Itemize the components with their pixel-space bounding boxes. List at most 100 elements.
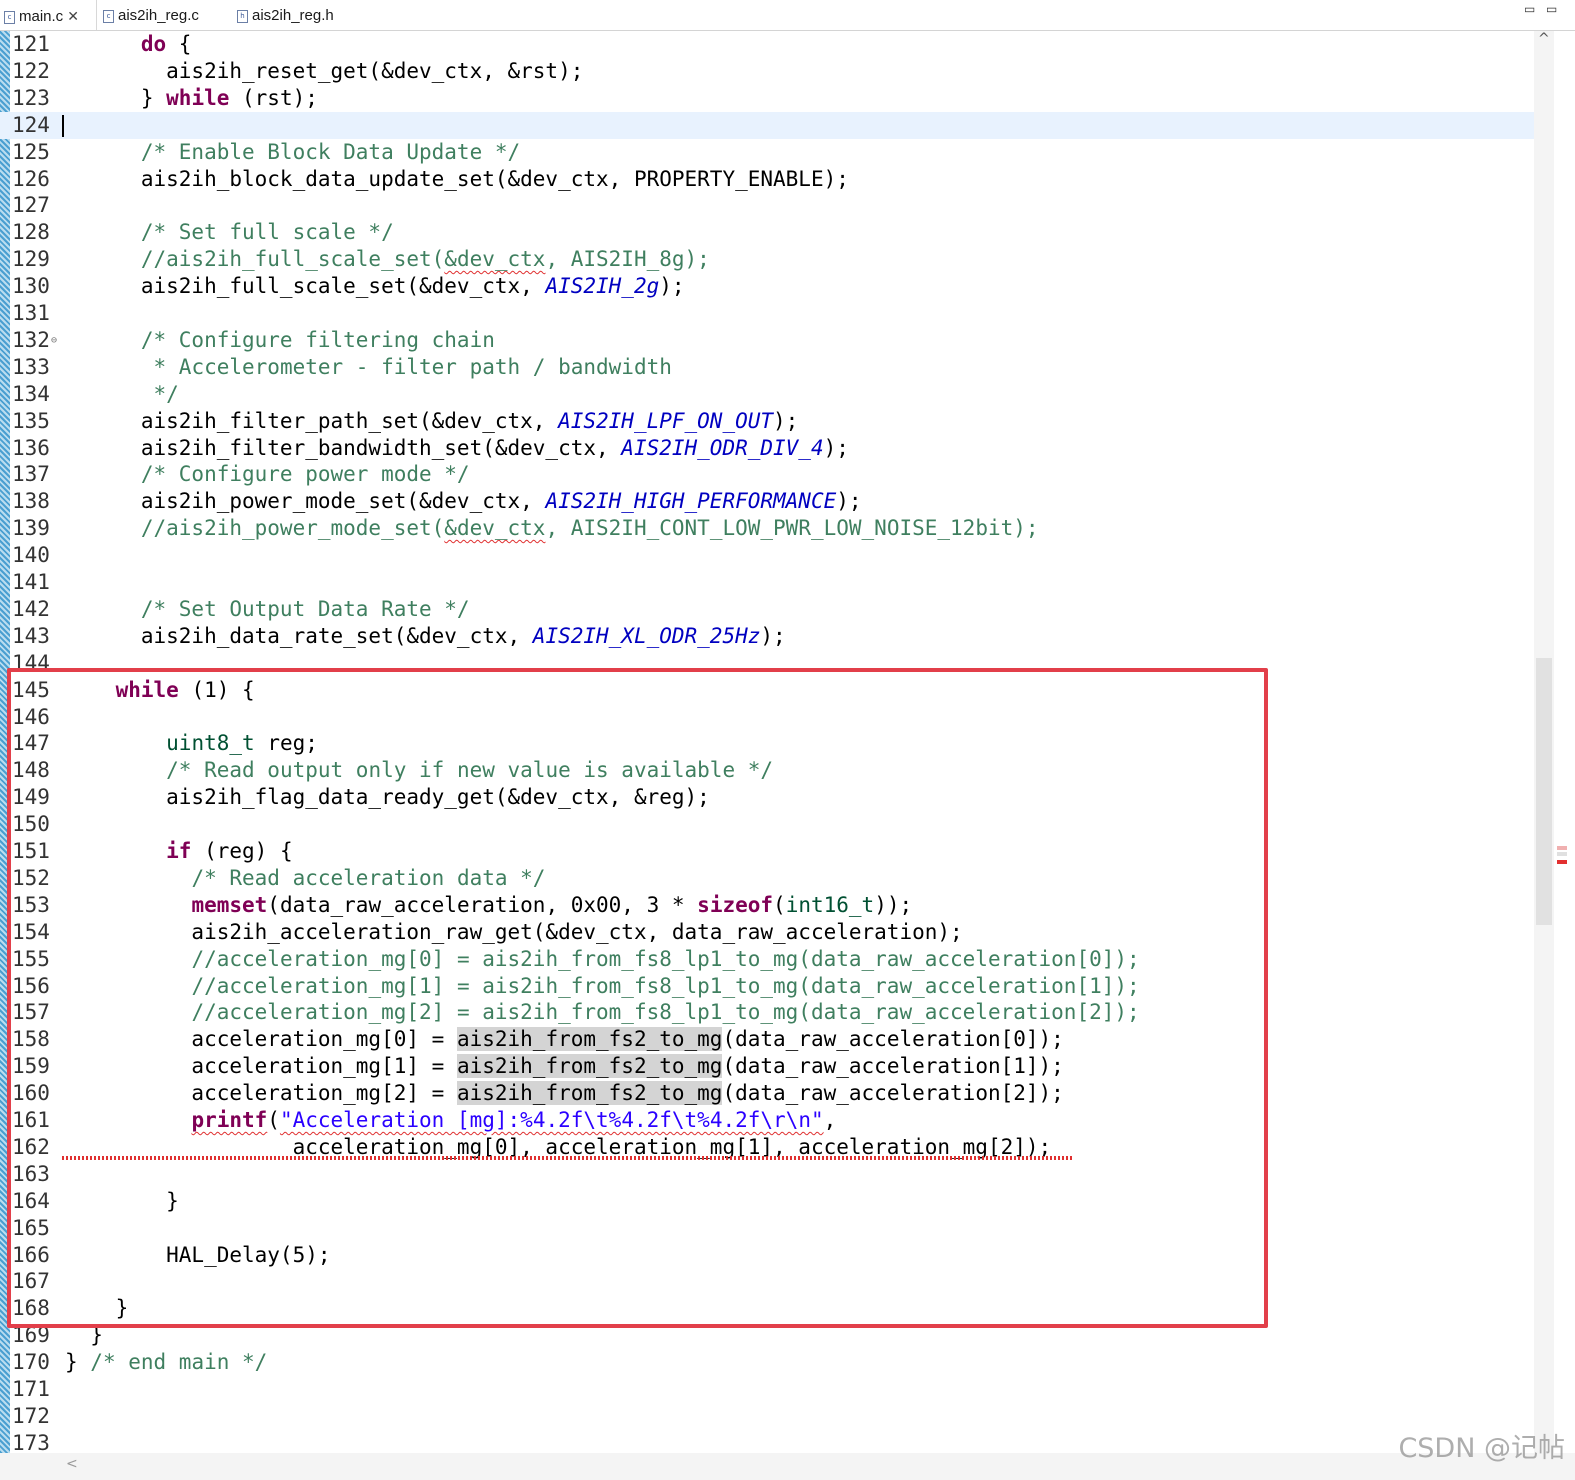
code-text: /* Enable Block Data Update */ [65, 139, 520, 166]
c-file-icon: c [4, 10, 15, 24]
code-text: ais2ih_full_scale_set(&dev_ctx, AIS2IH_2… [65, 273, 685, 300]
code-token: ais2ih_power_mode_set(&dev_ctx, [65, 489, 546, 514]
code-token: /* end main */ [90, 1350, 268, 1375]
code-line[interactable]: 142 /* Set Output Data Rate */ [0, 596, 1534, 623]
code-text: /* Configure power mode */ [65, 461, 470, 488]
code-line[interactable]: 133 * Accelerometer - filter path / band… [0, 354, 1534, 381]
code-token: AIS2IH_ODR_DIV_4 [621, 435, 824, 460]
code-token: ); [773, 408, 799, 433]
code-line[interactable]: 130 ais2ih_full_scale_set(&dev_ctx, AIS2… [0, 273, 1534, 300]
code-token: /* Enable Block Data Update */ [140, 139, 521, 164]
line-number: 171 [12, 1377, 50, 1401]
line-number: 121 [12, 32, 50, 56]
maximize-button[interactable]: ▭ [1546, 2, 1557, 16]
tab-main-c[interactable]: c main.c ✕ [0, 0, 97, 30]
code-text: ais2ih_reset_get(&dev_ctx, &rst); [65, 58, 583, 85]
code-line[interactable]: 134 */ [0, 381, 1534, 408]
code-line[interactable]: 121 do { [0, 31, 1534, 58]
code-token: while [166, 85, 230, 110]
code-text: /* Configure filtering chain [65, 327, 495, 354]
code-line[interactable]: 128 /* Set full scale */ [0, 219, 1534, 246]
code-line[interactable]: 123 } while (rst); [0, 85, 1534, 112]
code-token: //ais2ih_power_mode_set( [140, 516, 445, 541]
code-token: AIS2IH_XL_ODR_25Hz [532, 623, 761, 648]
code-text: ais2ih_block_data_update_set(&dev_ctx, P… [65, 166, 849, 193]
code-text: ais2ih_power_mode_set(&dev_ctx, AIS2IH_H… [65, 488, 862, 515]
code-token: /* Configure filtering chain [140, 327, 495, 352]
code-token: do [140, 32, 167, 56]
line-number: 127 [12, 193, 50, 218]
code-text: /* Set Output Data Rate */ [65, 596, 470, 623]
code-line[interactable]: 137 /* Configure power mode */ [0, 461, 1534, 488]
code-line[interactable]: 139 //ais2ih_power_mode_set(&dev_ctx, AI… [0, 515, 1534, 542]
code-line[interactable]: 138 ais2ih_power_mode_set(&dev_ctx, AIS2… [0, 488, 1534, 515]
code-text: ais2ih_data_rate_set(&dev_ctx, AIS2IH_XL… [65, 623, 786, 650]
warning-marker[interactable] [1557, 846, 1567, 850]
overview-ruler[interactable] [1554, 31, 1575, 1453]
code-line[interactable]: 129 //ais2ih_full_scale_set(&dev_ctx, AI… [0, 246, 1534, 273]
code-line[interactable]: 173 [0, 1430, 1534, 1453]
code-line[interactable]: 170} /* end main */ [0, 1349, 1534, 1376]
line-number: 170 [12, 1350, 50, 1375]
code-text: */ [65, 381, 179, 408]
close-icon[interactable]: ✕ [67, 8, 79, 24]
line-number: 135 [12, 408, 50, 433]
code-line[interactable]: 124 [0, 111, 1534, 139]
fold-toggle-icon[interactable]: ⊖ [51, 335, 57, 346]
code-line[interactable]: 136 ais2ih_filter_bandwidth_set(&dev_ctx… [0, 435, 1534, 462]
code-line[interactable]: 172 [0, 1403, 1534, 1430]
code-line[interactable]: 135 ais2ih_filter_path_set(&dev_ctx, AIS… [0, 408, 1534, 435]
tab-ais2ih-reg-c[interactable]: c ais2ih_reg.c [99, 0, 227, 30]
tab-label: ais2ih_reg.c [118, 7, 199, 24]
code-line[interactable]: 140 [0, 542, 1534, 569]
code-token: ais2ih_filter_bandwidth_set(&dev_ctx, [65, 435, 622, 460]
vertical-scrollbar[interactable]: ^ [1534, 31, 1554, 1453]
code-line[interactable]: 132 ⊖ /* Configure filtering chain [0, 327, 1534, 354]
scrollbar-thumb[interactable] [1536, 658, 1552, 925]
line-number: 131 [12, 301, 50, 325]
code-token: } [65, 85, 167, 110]
error-marker[interactable] [1557, 860, 1567, 864]
code-line[interactable]: 127 [0, 192, 1534, 219]
minimize-button[interactable]: ▭ [1524, 2, 1535, 16]
code-line[interactable]: 122 ais2ih_reset_get(&dev_ctx, &rst); [0, 58, 1534, 85]
annotation-highlight-box [7, 668, 1268, 1328]
code-line[interactable]: 143 ais2ih_data_rate_set(&dev_ctx, AIS2I… [0, 623, 1534, 650]
scroll-left-icon[interactable]: < [66, 1456, 78, 1472]
code-line[interactable]: 131 [0, 300, 1534, 327]
line-number: 125 [12, 139, 50, 164]
editor-tab-bar: c main.c ✕ c ais2ih_reg.c h ais2ih_reg.h ▭ ▭ [0, 0, 1575, 31]
code-token: /* Configure power mode */ [140, 462, 470, 487]
occurrence-marker[interactable] [1557, 852, 1567, 856]
code-token: &dev_ctx [444, 516, 546, 541]
code-text: //ais2ih_full_scale_set(&dev_ctx, AIS2IH… [65, 246, 710, 273]
code-token: , AIS2IH_CONT_LOW_PWR_LOW_NOISE_12bit); [545, 516, 1039, 541]
line-number: 129 [12, 247, 50, 272]
tab-ais2ih-reg-h[interactable]: h ais2ih_reg.h [233, 0, 361, 30]
code-token: , AIS2IH_8g); [545, 247, 710, 272]
code-text: //ais2ih_power_mode_set(&dev_ctx, AIS2IH… [65, 515, 1039, 542]
text-caret [62, 114, 64, 137]
line-number: 136 [12, 435, 50, 460]
code-line[interactable]: 171 [0, 1376, 1534, 1403]
scroll-up-icon[interactable]: ^ [1538, 31, 1550, 47]
code-token: AIS2IH_LPF_ON_OUT [558, 408, 774, 433]
code-text: * Accelerometer - filter path / bandwidt… [65, 354, 672, 381]
horizontal-scrollbar[interactable]: < [0, 1453, 1575, 1480]
code-token: AIS2IH_HIGH_PERFORMANCE [545, 489, 837, 514]
code-line[interactable]: 126 ais2ih_block_data_update_set(&dev_ct… [0, 166, 1534, 193]
code-text: do { [65, 31, 192, 58]
code-token: ); [823, 435, 849, 460]
code-token: } [65, 1350, 91, 1375]
code-line[interactable]: 141 [0, 569, 1534, 596]
code-text: ais2ih_filter_path_set(&dev_ctx, AIS2IH_… [65, 408, 798, 435]
line-number: 130 [12, 274, 50, 299]
code-token: ); [760, 623, 786, 648]
code-token: &dev_ctx [444, 247, 546, 272]
code-line[interactable]: 125 /* Enable Block Data Update */ [0, 139, 1534, 166]
